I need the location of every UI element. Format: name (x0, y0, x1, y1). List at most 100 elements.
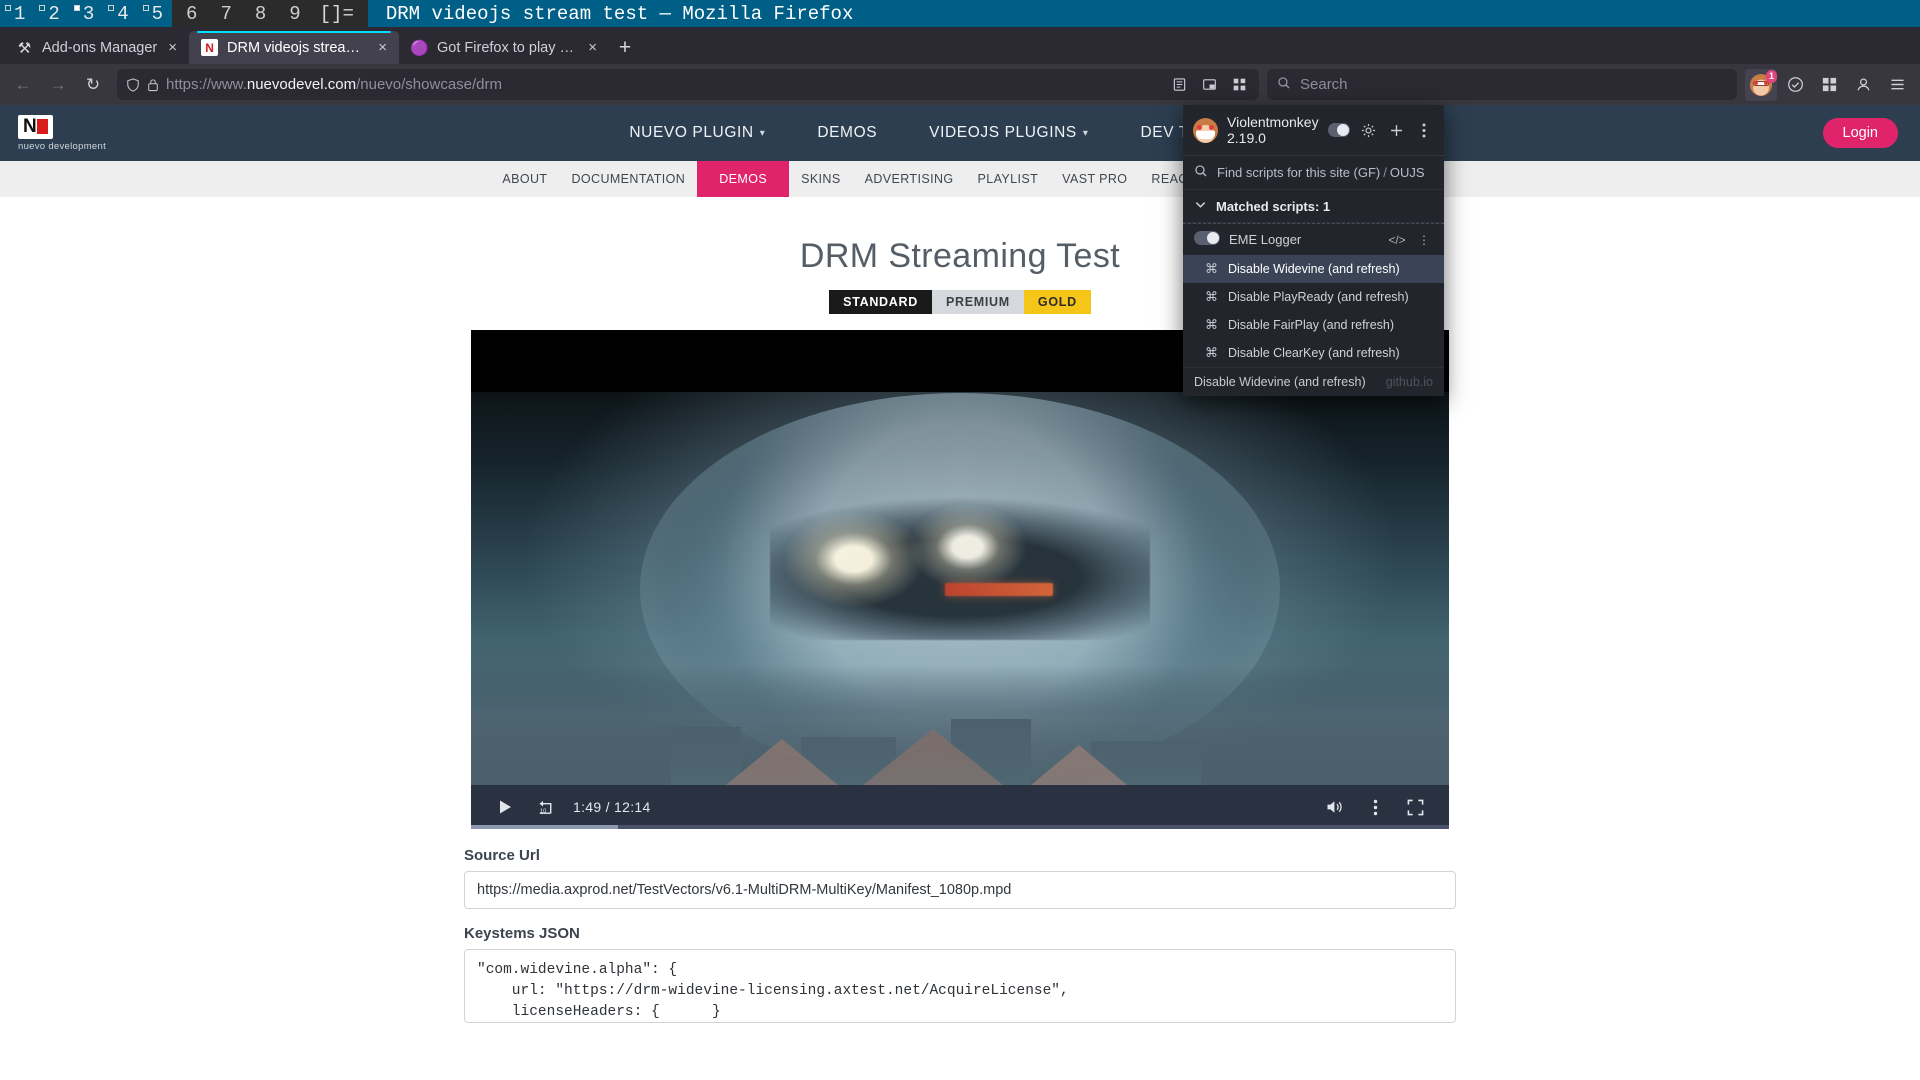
time-display: 1:49 / 12:14 (573, 799, 651, 815)
workspace-tag-2[interactable]: 2 (34, 0, 68, 27)
login-button[interactable]: Login (1823, 118, 1898, 148)
shield-icon[interactable] (126, 78, 140, 92)
video-frame[interactable] (471, 330, 1449, 785)
menu-item-videojs-plugins[interactable]: VIDEOJS PLUGINS▾ (929, 124, 1088, 142)
source-url-label: Source Url (464, 847, 1456, 864)
workspace-tag-8[interactable]: 8 (241, 0, 275, 27)
account-icon[interactable] (1847, 69, 1879, 101)
site-logo[interactable]: N nuevo development (0, 115, 150, 152)
script-command-disable-widevine-and-refresh[interactable]: ⌘Disable Widevine (and refresh) (1183, 255, 1444, 283)
workspace-tag-9[interactable]: 9 (275, 0, 309, 27)
tab-drm-videojs-stream-test[interactable]: N DRM videojs stream test × (189, 31, 399, 64)
back-button[interactable]: ← (7, 69, 39, 101)
player-control-bar: 10 1:49 / 12:14 (471, 785, 1449, 829)
tier-badges: STANDARDPREMIUMGOLD (0, 290, 1920, 314)
script-row-eme-logger[interactable]: EME Logger </> ⋮ (1183, 224, 1444, 255)
lock-icon[interactable] (147, 78, 159, 92)
chevron-down-icon[interactable] (1194, 198, 1207, 214)
plus-icon[interactable] (1387, 119, 1406, 141)
violentmonkey-find-row[interactable]: Find scripts for this site (GF)/OUJS (1183, 156, 1444, 190)
subnav-item-vast-pro[interactable]: VAST PRO (1050, 161, 1139, 197)
workspace-tag-7[interactable]: 7 (206, 0, 240, 27)
site-header: N nuevo development NUEVO PLUGIN▾ DEMOS VI… (0, 105, 1920, 161)
sub-navigation: ABOUTDOCUMENTATIONDEMOSSKINSADVERTISINGP… (0, 161, 1920, 197)
tab-got-firefox-to-play-drm[interactable]: 🟣 Got Firefox to play a DRM × (399, 31, 609, 64)
fullscreen-icon[interactable] (1395, 787, 1435, 827)
subnav-item-advertising[interactable]: ADVERTISING (853, 161, 966, 197)
mist-overlay (471, 635, 1449, 785)
reload-button[interactable]: ↻ (77, 69, 109, 101)
workspace-tag-4[interactable]: 4 (103, 0, 137, 27)
workspace-tags[interactable]: 123456789 (0, 0, 310, 27)
toggle-switch[interactable] (1328, 119, 1350, 141)
subnav-item-playlist[interactable]: PLAYLIST (966, 161, 1051, 197)
extensions-grid-icon[interactable] (1225, 71, 1253, 99)
replay-10-icon[interactable]: 10 (525, 787, 565, 827)
gear-icon[interactable] (1359, 119, 1378, 141)
script-command-disable-playready-and-refresh[interactable]: ⌘Disable PlayReady (and refresh) (1183, 283, 1444, 311)
volume-icon[interactable] (1315, 787, 1355, 827)
workspace-tag-label: 3 (83, 3, 94, 25)
kebab-menu-icon[interactable] (1415, 119, 1434, 141)
forward-button[interactable]: → (42, 69, 74, 101)
nuevo-favicon: N (201, 39, 218, 56)
subnav-item-demos[interactable]: DEMOS (697, 161, 789, 197)
menu-item-demos[interactable]: DEMOS (817, 124, 877, 142)
workspace-tag-5[interactable]: 5 (138, 0, 172, 27)
workspace-tag-1[interactable]: 1 (0, 0, 34, 27)
violentmonkey-icon[interactable]: 1 (1745, 69, 1777, 101)
logo-mark: N (18, 115, 53, 139)
new-tab-button[interactable]: + (609, 32, 641, 64)
banner-shape (945, 583, 1053, 596)
menu-item-label: NUEVO PLUGIN (629, 124, 753, 142)
source-url-input[interactable] (464, 871, 1456, 909)
close-icon[interactable]: × (586, 40, 599, 55)
subnav-item-skins[interactable]: SKINS (789, 161, 853, 197)
script-command-disable-clearkey-and-refresh[interactable]: ⌘Disable ClearKey (and refresh) (1183, 339, 1444, 367)
url-text: https://www.nuevodevel.com/nuevo/showcas… (166, 76, 1158, 93)
script-command-disable-fairplay-and-refresh[interactable]: ⌘Disable FairPlay (and refresh) (1183, 311, 1444, 339)
search-bar[interactable]: Search (1267, 69, 1737, 100)
reader-view-icon[interactable] (1165, 71, 1193, 99)
workspace-tag-3[interactable]: 3 (69, 0, 103, 27)
search-icon (1277, 76, 1291, 94)
tab-addons-manager[interactable]: ⚒ Add-ons Manager × (4, 31, 189, 64)
subnav-item-about[interactable]: ABOUT (490, 161, 559, 197)
violentmonkey-header: Violentmonkey 2.19.0 (1183, 105, 1444, 156)
code-icon[interactable]: </> (1388, 233, 1406, 247)
addon-icon[interactable] (1779, 69, 1811, 101)
stream-config-form: Source Url Keystems JSON "com.widevine.a… (464, 847, 1456, 1023)
app-menu-icon[interactable] (1881, 69, 1913, 101)
script-name: EME Logger (1229, 232, 1379, 247)
tier-badge-premium[interactable]: PREMIUM (932, 290, 1024, 314)
matched-scripts-label: Matched scripts: 1 (1216, 199, 1330, 214)
menu-item-nuevo-plugin[interactable]: NUEVO PLUGIN▾ (629, 124, 765, 142)
subnav-item-documentation[interactable]: DOCUMENTATION (559, 161, 697, 197)
workspace-occupied-marker (5, 5, 11, 11)
navigation-toolbar: ← → ↻ https://www.nuevodevel.com/nuevo/s… (0, 64, 1920, 105)
status-ghost-text: github.io (1386, 375, 1433, 389)
kebab-menu-icon[interactable]: ⋮ (1415, 233, 1433, 247)
tier-badge-gold[interactable]: GOLD (1024, 290, 1091, 314)
matched-scripts-row[interactable]: Matched scripts: 1 (1183, 190, 1444, 223)
toggle-switch[interactable] (1194, 231, 1220, 248)
url-bar[interactable]: https://www.nuevodevel.com/nuevo/showcas… (117, 69, 1259, 100)
progress-bar[interactable] (471, 825, 1449, 829)
find-scripts-label: Find scripts for this site (GF)/OUJS (1217, 165, 1425, 180)
svg-text:10: 10 (539, 808, 545, 814)
layout-indicator[interactable]: []= (310, 0, 368, 27)
close-icon[interactable]: × (166, 40, 179, 55)
extensions-icon[interactable] (1813, 69, 1845, 101)
play-icon[interactable] (485, 787, 525, 827)
tier-badge-standard[interactable]: STANDARD (829, 290, 932, 314)
window-manager-bar: 123456789 []= DRM videojs stream test — … (0, 0, 1920, 27)
close-icon[interactable]: × (376, 40, 389, 55)
more-options-icon[interactable] (1355, 787, 1395, 827)
picture-in-picture-icon[interactable] (1195, 71, 1223, 99)
command-label: Disable PlayReady (and refresh) (1228, 290, 1409, 304)
progress-played (471, 825, 618, 829)
video-player[interactable]: 10 1:49 / 12:14 (471, 330, 1449, 829)
workspace-tag-label: 5 (152, 3, 163, 25)
workspace-tag-6[interactable]: 6 (172, 0, 206, 27)
keysystems-json-input[interactable]: "com.widevine.alpha": { url: "https://dr… (464, 949, 1456, 1023)
